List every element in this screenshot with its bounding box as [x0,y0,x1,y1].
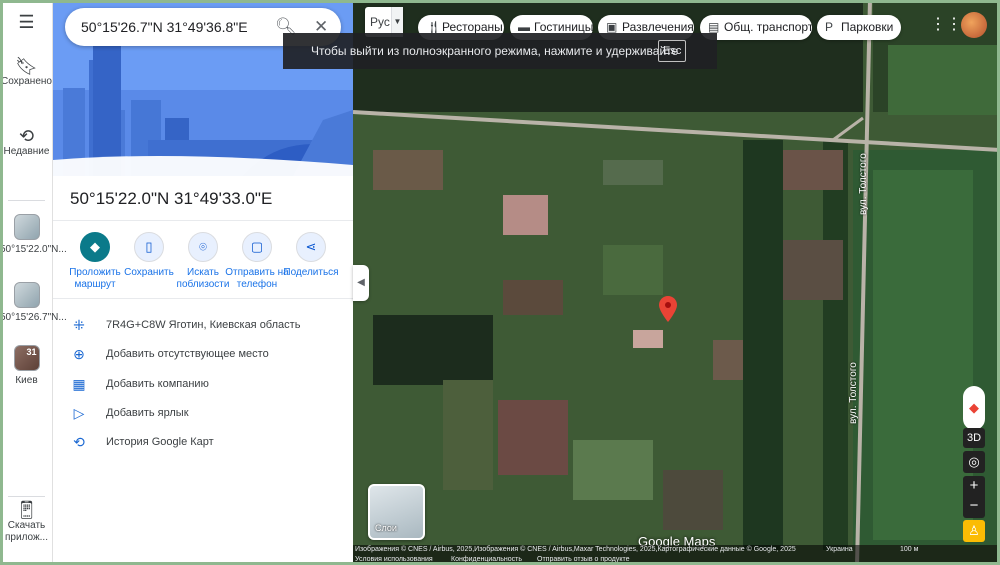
add-business-row[interactable]: ▦ Добавить компанию [53,370,353,398]
saved-label: Сохранено [1,76,52,87]
directions-icon: ◆ [80,232,110,262]
attribution-bar: Изображения © CNES / Airbus, 2025,Изобра… [353,545,1000,565]
road-label-top: вул. Толстого [858,153,869,215]
bookmark-icon: ▯ [134,232,164,262]
zoom-control: + − [963,476,985,518]
satellite-map[interactable] [353,0,1000,565]
recent-label: Недавние [3,146,50,157]
location-pin-icon[interactable] [659,296,677,322]
chip-parking[interactable]: P Парковки [817,15,901,40]
zoom-in-button[interactable]: + [963,476,985,496]
privacy-link[interactable]: Конфиденциальность [451,556,522,563]
left-rail: ☰ 🔖︎ Сохранено ⟲ Недавние 50°15'22.0"N..… [0,0,67,565]
menu-button[interactable]: ☰ [0,12,53,32]
scale-label: 100 м [900,546,919,553]
add-label-row[interactable]: ▷ Добавить ярлык [53,399,353,427]
directions-label: Проложить маршрут [69,267,121,290]
language-value: Рус [370,15,390,29]
phone-icon: 📱︎ [15,500,38,520]
phone-send-icon: ▢ [242,232,272,262]
place-title: 50°15'22.0"N 31°49'33.0"E [70,189,273,208]
maps-history-row[interactable]: ⟲ История Google Карт [53,428,353,456]
kiev-badge: 31 [26,347,37,357]
history-icon: ⟲ [18,126,35,146]
chip-parking-label: Парковки [841,20,894,34]
region-label: Украина [826,546,853,553]
my-location-button[interactable]: ◎ [963,451,985,473]
search-input[interactable] [81,8,271,46]
history-item-2[interactable]: 50°15'26.7"N... [0,282,67,324]
add-location-icon: ⊕ [73,346,85,362]
history-item-kiev[interactable]: 31 Киев [0,345,53,387]
maps-history-text: История Google Карт [106,436,214,448]
compass-icon: ◆ [969,400,979,415]
place-panel: 🔍︎ ✕ 50°15'22.0"N 31°49'33.0"E ◆ Проложи… [53,0,353,565]
chip-hotels-label: Гостиницы [534,20,593,34]
compass-control[interactable]: ◆ [963,386,985,430]
plus-code-row[interactable]: ⁜ 7R4G+C8W Яготин, Киевская область [53,311,353,339]
bookmark-icon: 🔖︎ [15,56,38,76]
add-missing-place-text: Добавить отсутствующее место [106,348,269,360]
menu-icon: ☰ [18,12,35,32]
add-label-text: Добавить ярлык [106,407,189,419]
3d-toggle-button[interactable]: 3D [963,428,985,448]
divider [53,298,353,299]
history-item-2-label: 50°15'26.7"N... [0,312,67,323]
add-business-icon: ▦ [72,376,86,392]
chip-transit-label: Общ. транспорт [724,20,812,34]
rail-divider [8,496,45,497]
rail-divider [8,200,45,201]
download-label: Скачать прилож... [5,520,48,543]
place-thumbnail [13,214,40,240]
add-missing-place-row[interactable]: ⊕ Добавить отсутствующее место [53,340,353,368]
place-thumbnail [13,282,40,308]
road-label-bottom: вул. Толстого [848,362,859,424]
label-icon: ▷ [73,405,85,421]
avatar[interactable] [961,12,987,38]
zoom-out-button[interactable]: − [963,496,985,516]
pegman-icon: ♙ [968,523,980,538]
toast-text: Чтобы выйти из полноэкранного режима, на… [311,44,679,58]
attribution-text: Изображения © CNES / Airbus, 2025,Изобра… [355,546,796,553]
plus-code-text: 7R4G+C8W Яготин, Киевская область [106,319,301,331]
nearby-label: Искать поблизости [176,267,230,290]
share-button[interactable]: ⋖ Поделиться [278,230,344,279]
layers-label: Слои [375,523,397,533]
recent-button[interactable]: ⟲ Недавние [0,126,53,158]
place-actions: ◆ Проложить маршрут ▯ Сохранить ⌾ Искать… [53,230,353,290]
satellite-imagery [353,0,1000,565]
layers-button[interactable]: Слои [368,484,425,540]
place-hero-image: 🔍︎ ✕ [53,0,353,176]
collapse-panel-button[interactable]: ◀ [353,265,369,301]
save-label: Сохранить [124,267,174,278]
3d-label: 3D [966,432,982,444]
street-view-pegman[interactable]: ♙ [963,520,985,542]
my-location-icon: ◎ [968,454,980,469]
share-label: Поделиться [283,267,339,278]
chip-entertainment-label: Развлечения [622,20,694,34]
city-thumbnail: 31 [13,345,40,371]
nearby-icon: ⌾ [188,232,218,262]
esc-key: Esc [658,40,687,62]
terms-link[interactable]: Условия использования [355,556,433,563]
chevron-left-icon: ◀ [357,277,365,288]
history-icon: ⟲ [73,434,85,450]
history-item-1-label: 50°15'22.0"N... [0,244,67,255]
plus-code-icon: ⁜ [73,317,85,333]
add-business-text: Добавить компанию [106,378,209,390]
history-item-1[interactable]: 50°15'22.0"N... [0,214,67,256]
chip-restaurants-label: Рестораны [442,20,503,34]
share-icon: ⋖ [296,232,326,262]
fullscreen-toast: Чтобы выйти из полноэкранного режима, на… [283,33,717,69]
kiev-label: Киев [15,375,38,386]
parking-icon: P [825,20,834,34]
feedback-link[interactable]: Отправить отзыв о продукте [537,556,630,563]
divider [53,220,353,221]
download-app-button[interactable]: 📱︎ Скачать прилож... [0,500,53,544]
saved-button[interactable]: 🔖︎ Сохранено [0,56,53,88]
